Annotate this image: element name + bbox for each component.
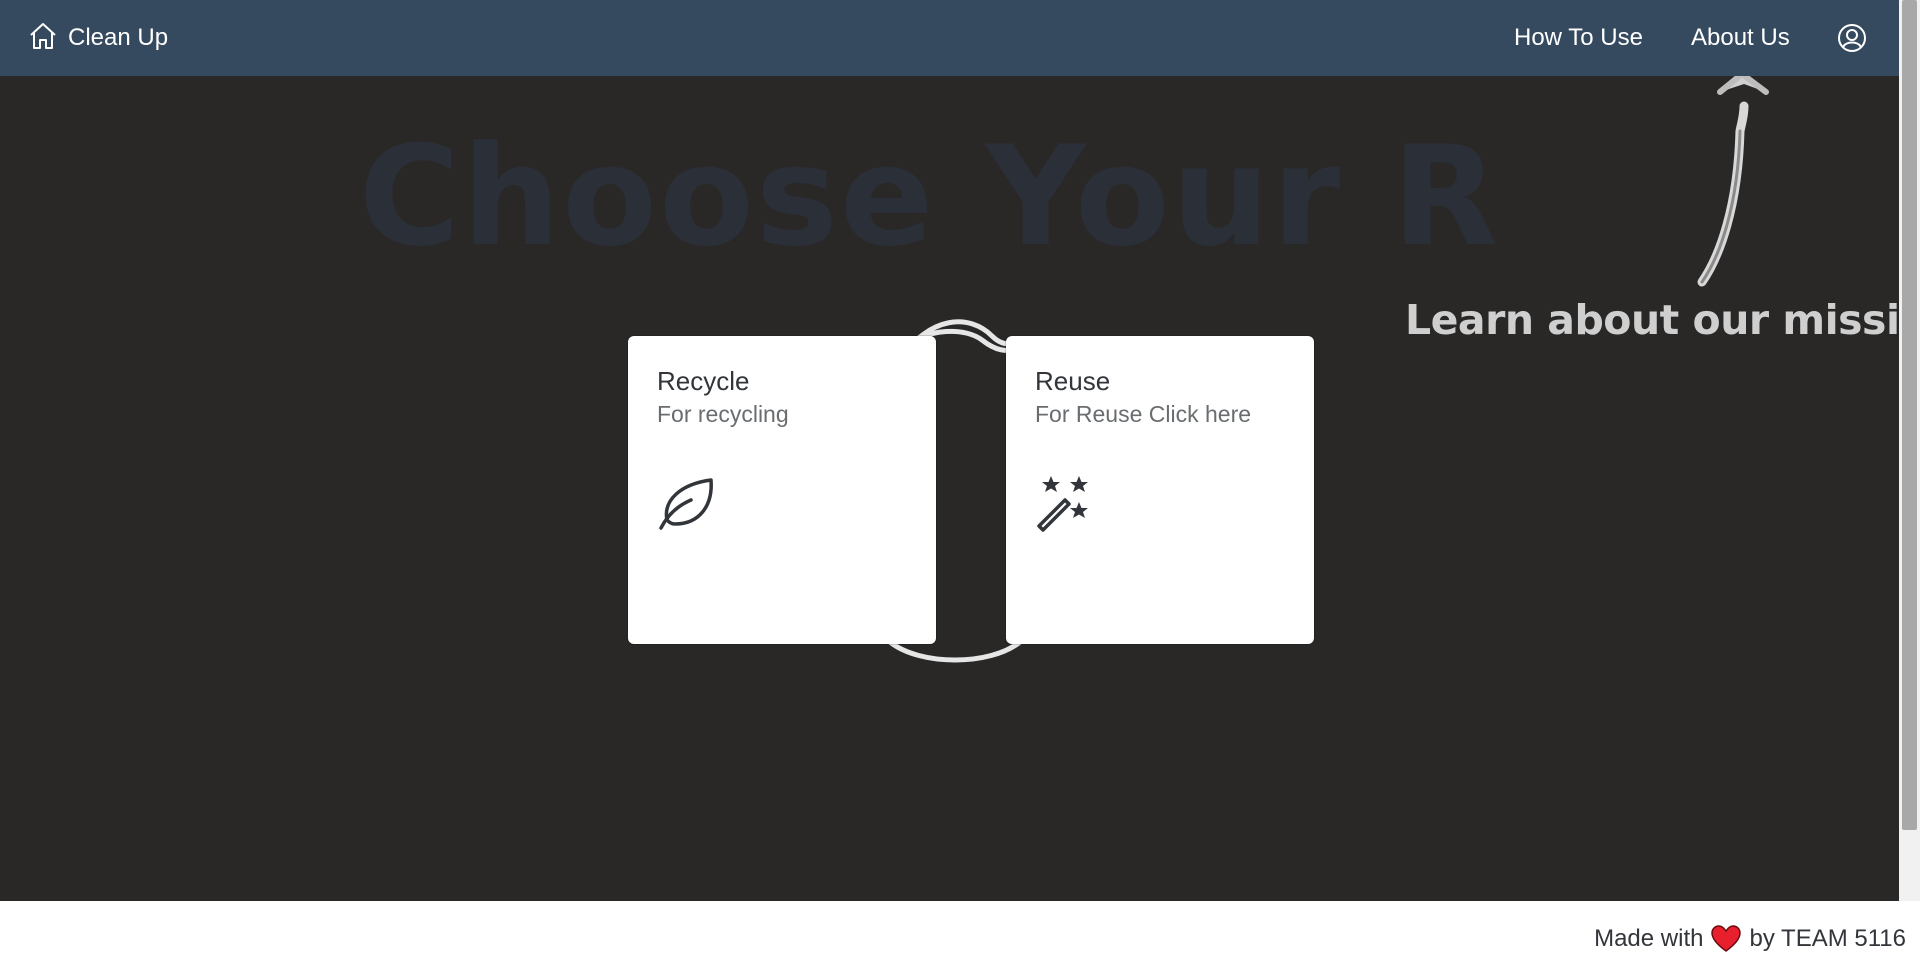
mission-callout: Learn about our mission (1405, 296, 1899, 344)
footer-credit: Made with by TEAM 5116 (1594, 925, 1906, 953)
heart-icon (1711, 925, 1742, 952)
vertical-scrollbar[interactable] (1899, 0, 1920, 901)
leaf-icon (659, 478, 713, 530)
scrollbar-thumb[interactable] (1902, 0, 1917, 830)
magic-wand-icon (1037, 476, 1088, 532)
arrow-up-icon (1697, 76, 1769, 287)
tile-title: Reuse (1035, 366, 1111, 396)
tile-title: Recycle (657, 366, 750, 396)
nav-how-to-use[interactable]: How To Use (1514, 0, 1643, 76)
main-stage: Choose Your R Learn about our mission Re… (0, 76, 1899, 901)
tile-subtitle: For Reuse Click here (1035, 401, 1252, 427)
background-heading: Choose Your R (358, 116, 1501, 277)
recycle-tile[interactable]: Recycle For recycling (628, 336, 936, 644)
nav-about-us[interactable]: About Us (1691, 0, 1790, 76)
home-link[interactable]: Clean Up (28, 0, 168, 76)
user-circle-icon[interactable] (1837, 23, 1867, 53)
home-icon (28, 21, 58, 56)
footer-team: by TEAM 5116 (1749, 925, 1906, 952)
footer: Made with by TEAM 5116 (0, 901, 1920, 977)
app-title: Clean Up (68, 24, 169, 51)
tile-subtitle: For recycling (657, 401, 789, 427)
reuse-tile[interactable]: Reuse For Reuse Click here (1006, 336, 1314, 644)
top-navigation-bar: Clean Up How To Use About Us (0, 0, 1899, 76)
footer-made-with: Made with (1594, 925, 1704, 952)
